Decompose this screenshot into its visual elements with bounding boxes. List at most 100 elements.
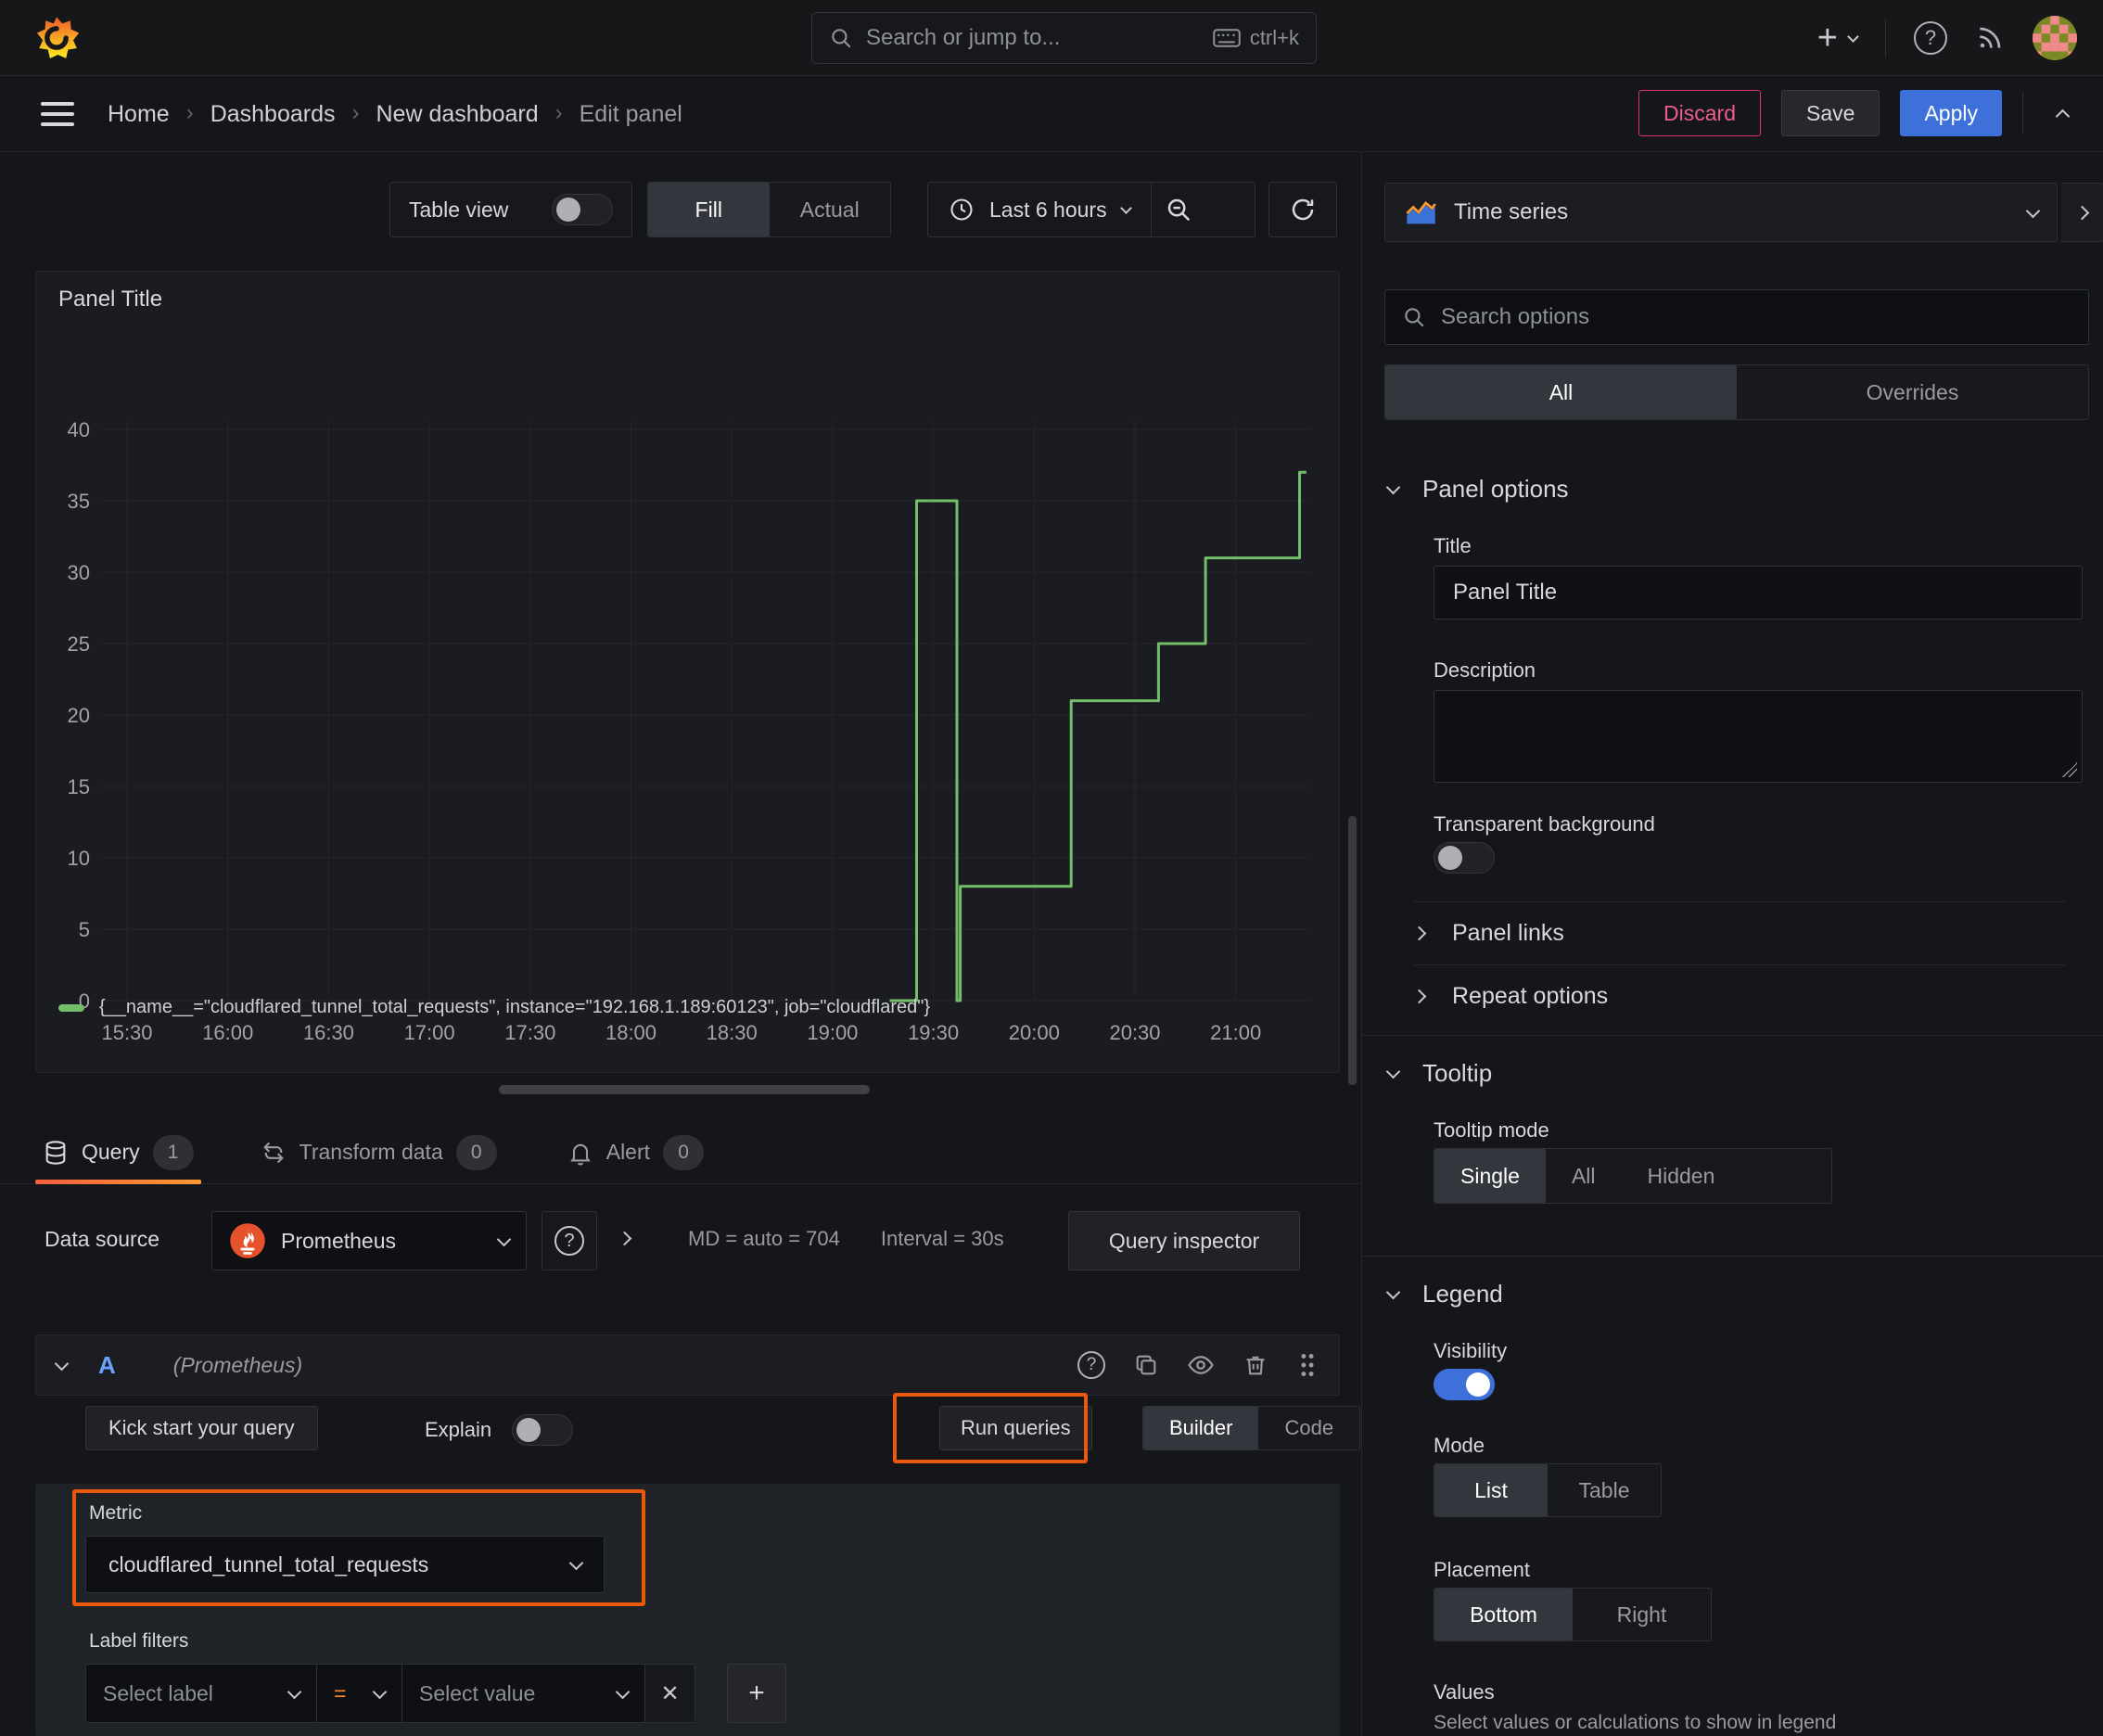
legend-table-option[interactable]: Table xyxy=(1548,1464,1661,1516)
builder-option[interactable]: Builder xyxy=(1143,1407,1259,1449)
query-ref-id[interactable]: A xyxy=(98,1351,116,1380)
operator-dropdown[interactable]: = xyxy=(317,1664,402,1723)
breadcrumb-edit-panel: Edit panel xyxy=(579,100,682,127)
active-tab-underline xyxy=(35,1180,201,1184)
tab-overrides[interactable]: Overrides xyxy=(1737,365,2088,419)
tooltip-all-option[interactable]: All xyxy=(1546,1149,1622,1203)
run-queries-button[interactable]: Run queries xyxy=(939,1406,1092,1450)
toggle-visibility-button[interactable] xyxy=(1187,1351,1215,1379)
collapse-query-icon[interactable] xyxy=(54,1356,70,1371)
query-row-header[interactable]: A (Prometheus) ? xyxy=(35,1334,1340,1396)
search-icon xyxy=(832,29,851,48)
series-color-dash[interactable] xyxy=(58,1003,84,1012)
panel-resize-handle[interactable] xyxy=(499,1085,870,1094)
label-filters-label: Label filters xyxy=(89,1630,189,1652)
expand-options-icon[interactable] xyxy=(617,1231,632,1246)
actual-option[interactable]: Actual xyxy=(770,183,891,236)
tab-all-options[interactable]: All xyxy=(1385,365,1737,419)
chart-panel[interactable]: Panel Title 0 5 10 15 20 25 30 35 40 15:30 16:00 16… xyxy=(35,271,1340,1073)
panel-links-section[interactable]: Panel links xyxy=(1411,920,1564,947)
explain-label: Explain xyxy=(425,1418,492,1441)
repeat-options-section[interactable]: Repeat options xyxy=(1411,983,1608,1010)
legend-list-option[interactable]: List xyxy=(1434,1464,1548,1516)
tooltip-single-option[interactable]: Single xyxy=(1434,1149,1546,1203)
time-range-group: Last 6 hours xyxy=(927,182,1255,237)
tooltip-section-header[interactable]: Tooltip xyxy=(1385,1059,1492,1088)
zoom-out-button[interactable] xyxy=(1152,183,1205,236)
visualization-name: Time series xyxy=(1454,199,1569,224)
metric-select[interactable]: cloudflared_tunnel_total_requests xyxy=(85,1536,605,1593)
svg-text:20:30: 20:30 xyxy=(1109,1021,1160,1041)
svg-text:19:30: 19:30 xyxy=(908,1021,959,1041)
options-search[interactable] xyxy=(1384,289,2089,345)
panel-title-input[interactable] xyxy=(1434,566,2083,619)
refresh-button[interactable] xyxy=(1268,182,1337,237)
code-option[interactable]: Code xyxy=(1258,1407,1359,1449)
discard-button[interactable]: Discard xyxy=(1638,90,1762,136)
tab-transform[interactable]: Transform data 0 xyxy=(253,1121,504,1183)
time-range-picker[interactable]: Last 6 hours xyxy=(928,183,1151,236)
fill-option[interactable]: Fill xyxy=(648,183,770,236)
explain-toggle[interactable] xyxy=(512,1414,574,1446)
legend-right-option[interactable]: Right xyxy=(1573,1589,1711,1640)
select-value-dropdown[interactable]: Select value xyxy=(402,1664,645,1723)
help-button[interactable]: ? xyxy=(1914,21,1947,55)
time-range-label: Last 6 hours xyxy=(989,197,1107,222)
add-filter-button[interactable]: + xyxy=(727,1664,786,1723)
breadcrumb-home[interactable]: Home xyxy=(108,101,170,128)
legend-bottom-option[interactable]: Bottom xyxy=(1434,1589,1573,1640)
datasource-picker[interactable]: Prometheus xyxy=(211,1211,527,1270)
query-datasource-hint: (Prometheus) xyxy=(172,1352,303,1377)
kick-start-button[interactable]: Kick start your query xyxy=(85,1406,318,1450)
user-avatar[interactable] xyxy=(2033,16,2077,60)
series-legend-label[interactable]: {__name__="cloudflared_tunnel_total_requ… xyxy=(99,997,930,1018)
scrollbar-thumb[interactable] xyxy=(1348,816,1357,1085)
breadcrumb-bar: Home › Dashboards › New dashboard › Edit… xyxy=(0,76,2103,152)
time-series-chart[interactable]: 051015202530354015:30 16:00 16:30 17:00 17:3… xyxy=(36,327,1339,1041)
table-view-control: Table view xyxy=(389,182,632,237)
grafana-edit-panel-screen: Search or jump to... ctrl+k + ? Home › D… xyxy=(0,0,2103,1736)
legend-section-header[interactable]: Legend xyxy=(1385,1280,1503,1308)
svg-text:21:00: 21:00 xyxy=(1210,1021,1261,1041)
tab-alert[interactable]: Alert 0 xyxy=(560,1121,711,1183)
promql-builder: Metric cloudflared_tunnel_total_requests… xyxy=(35,1484,1340,1736)
drag-query-handle[interactable] xyxy=(1296,1351,1319,1379)
query-inspector-button[interactable]: Query inspector xyxy=(1068,1211,1300,1270)
panel-options-header[interactable]: Panel options xyxy=(1385,475,1569,504)
new-menu-button[interactable]: + xyxy=(1817,20,1859,56)
query-help-button[interactable]: ? xyxy=(1077,1351,1105,1379)
resize-handle-icon[interactable] xyxy=(2062,762,2077,777)
remove-filter-button[interactable]: ✕ xyxy=(645,1664,695,1723)
tab-query[interactable]: Query 1 xyxy=(35,1121,201,1184)
datasource-label: Data source xyxy=(45,1227,160,1251)
news-button[interactable] xyxy=(1975,23,2005,53)
tooltip-hidden-option[interactable]: Hidden xyxy=(1622,1149,1741,1203)
apply-button[interactable]: Apply xyxy=(1900,90,2002,136)
svg-text:18:30: 18:30 xyxy=(707,1021,758,1041)
transparent-background-toggle[interactable] xyxy=(1434,842,1495,874)
delete-query-button[interactable] xyxy=(1243,1352,1268,1378)
select-label-dropdown[interactable]: Select label xyxy=(85,1664,317,1723)
svg-text:15:30: 15:30 xyxy=(101,1021,152,1041)
visualization-picker[interactable]: Time series xyxy=(1384,183,2058,242)
svg-text:20: 20 xyxy=(68,704,90,727)
datasource-help-button[interactable]: ? xyxy=(542,1211,597,1270)
query-toolbar-row: Kick start your query Explain Run querie… xyxy=(35,1406,1361,1450)
table-view-label: Table view xyxy=(409,197,509,222)
description-textarea[interactable] xyxy=(1434,690,2083,783)
grafana-logo-icon[interactable] xyxy=(33,15,80,61)
save-button[interactable]: Save xyxy=(1781,90,1880,136)
breadcrumb-new-dashboard[interactable]: New dashboard xyxy=(376,101,539,128)
legend-visibility-toggle[interactable] xyxy=(1434,1369,1495,1400)
breadcrumb-dashboards[interactable]: Dashboards xyxy=(210,101,336,128)
open-viz-list-button[interactable] xyxy=(2061,183,2103,242)
duplicate-query-button[interactable] xyxy=(1133,1352,1159,1378)
transform-count-badge: 0 xyxy=(455,1134,497,1170)
table-view-toggle[interactable] xyxy=(552,194,613,225)
eye-icon xyxy=(1188,1356,1214,1374)
global-search[interactable]: Search or jump to... ctrl+k xyxy=(811,12,1317,64)
collapse-header-button[interactable] xyxy=(2044,106,2081,123)
menu-toggle-button[interactable] xyxy=(41,102,74,126)
options-search-input[interactable] xyxy=(1441,304,2071,330)
legend-visibility-label: Visibility xyxy=(1434,1339,1508,1362)
